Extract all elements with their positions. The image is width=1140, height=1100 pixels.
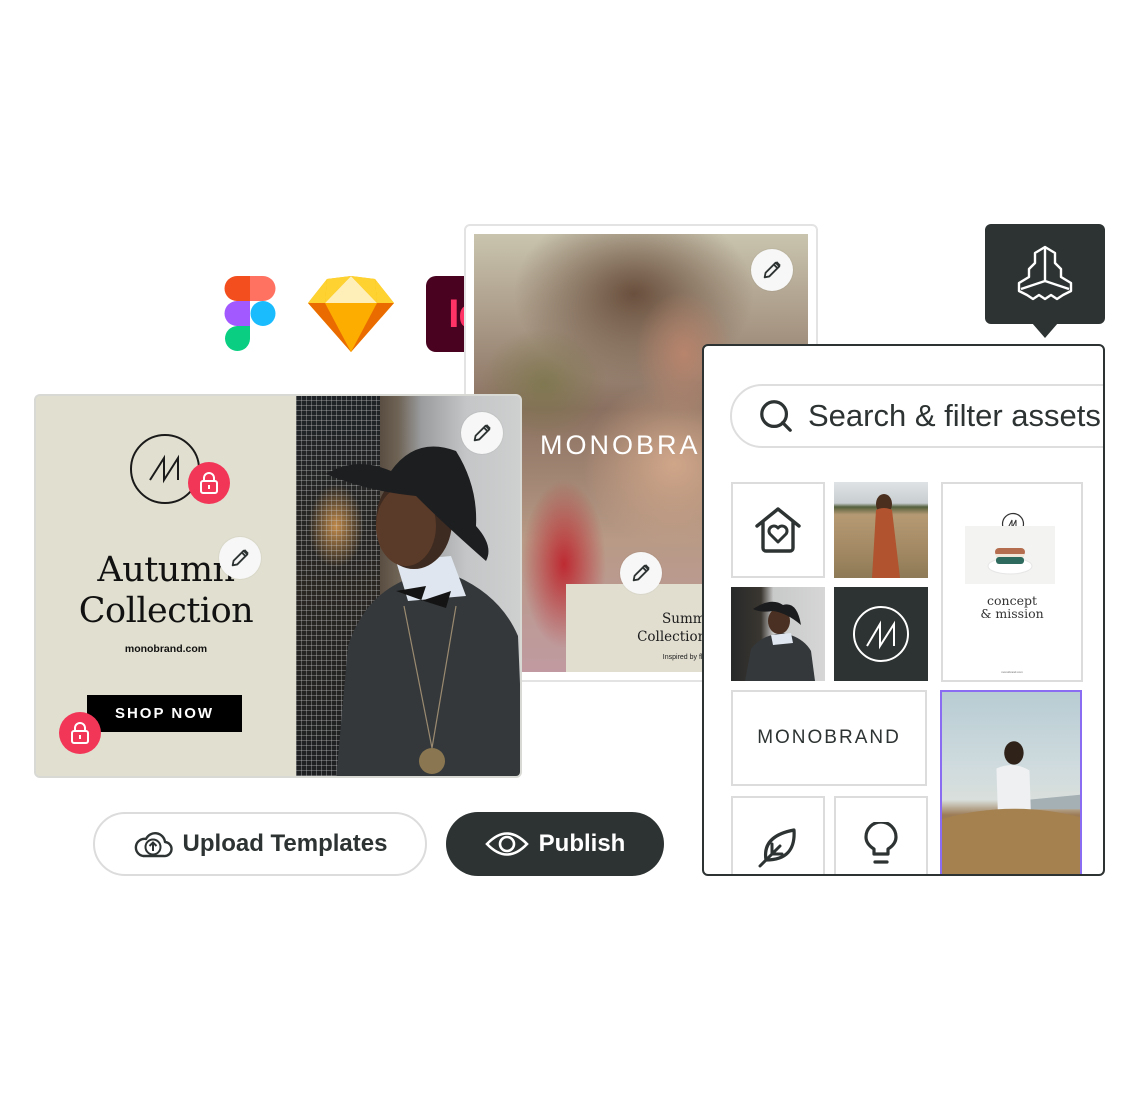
man-hat-photo — [745, 601, 815, 681]
asset-tile-woman-field[interactable] — [834, 482, 928, 578]
search-input[interactable] — [808, 398, 1103, 434]
asset-library-panel: concept & mission monobrand.com MONOBRAN… — [702, 344, 1105, 876]
brand-badge — [985, 224, 1105, 338]
edit-summer-text-button[interactable] — [620, 552, 662, 594]
search-icon — [760, 400, 792, 432]
lock-logo-badge[interactable] — [188, 462, 230, 504]
eye-icon — [484, 832, 529, 856]
monobrand-m-logo-icon — [853, 606, 909, 662]
leaf-icon — [758, 828, 796, 868]
shop-now-button[interactable]: SHOP NOW — [87, 695, 242, 732]
autumn-title-line2: Collection — [78, 591, 254, 631]
publish-button[interactable]: Publish — [446, 812, 664, 876]
edit-man-photo-button[interactable] — [461, 412, 503, 454]
cloud-upload-icon — [134, 832, 173, 858]
pencil-icon — [473, 424, 491, 442]
edit-photo-button[interactable] — [751, 249, 793, 291]
pencil-icon — [632, 564, 650, 582]
lock-icon — [200, 472, 218, 494]
asset-tile-wordmark[interactable]: MONOBRAND — [731, 690, 927, 786]
concept-title-line2: & mission — [980, 606, 1044, 621]
upload-templates-label: Upload Templates — [182, 830, 388, 857]
lightbulb-icon — [864, 822, 898, 864]
brand-logo-icon — [1017, 245, 1073, 301]
monobrand-m-logo-icon — [130, 434, 200, 504]
autumn-url: monobrand.com — [124, 643, 208, 655]
asset-tile-man-wheat-selected[interactable] — [940, 690, 1082, 874]
concept-footer: monobrand.com — [1001, 670, 1023, 674]
woman-field-photo — [872, 494, 900, 578]
man-wheat-photo — [942, 741, 1080, 874]
pencil-icon — [231, 549, 249, 567]
home-heart-icon — [755, 507, 801, 553]
asset-tile-home-heart[interactable] — [731, 482, 825, 578]
lock-icon — [71, 722, 89, 744]
concept-title: concept & mission — [943, 594, 1081, 620]
search-bar[interactable] — [730, 384, 1103, 448]
pencil-icon — [763, 261, 781, 279]
figma-logo-icon — [224, 276, 276, 351]
publish-label: Publish — [538, 830, 626, 857]
upload-templates-button[interactable]: Upload Templates — [93, 812, 427, 876]
edit-autumn-title-button[interactable] — [219, 537, 261, 579]
asset-tile-concept-mission[interactable]: concept & mission monobrand.com — [941, 482, 1083, 682]
asset-tile-m-logo[interactable] — [834, 587, 928, 681]
asset-tile-leaf[interactable] — [731, 796, 825, 874]
autumn-template-card[interactable]: Autumn Collection monobrand.com SHOP NOW — [34, 394, 522, 778]
sketch-logo-icon — [308, 276, 394, 352]
lock-cta-badge[interactable] — [59, 712, 101, 754]
sweater-chair-photo — [965, 526, 1055, 584]
asset-tile-lightbulb[interactable] — [834, 796, 928, 874]
asset-tile-man-hat[interactable] — [731, 587, 825, 681]
monobrand-wordmark: MONOBRAND — [757, 727, 901, 748]
